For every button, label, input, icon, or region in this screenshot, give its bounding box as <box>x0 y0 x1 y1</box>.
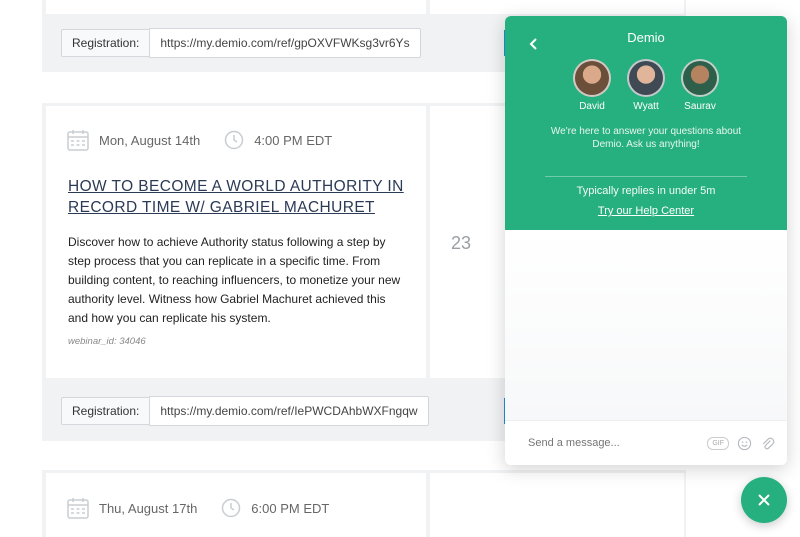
chat-composer: GIF <box>505 420 787 465</box>
avatar <box>681 59 719 97</box>
event-description: Discover how to achieve Authority status… <box>68 235 401 325</box>
registration-row-2: Registration: https://my.demio.com/ref/I… <box>61 396 429 426</box>
agent-name: Wyatt <box>633 101 659 112</box>
chat-title: Demio <box>627 30 665 45</box>
calendar-icon <box>67 498 89 519</box>
help-center-link[interactable]: Try our Help Center <box>505 205 787 217</box>
avatar <box>627 59 665 97</box>
agent-name: David <box>579 101 605 112</box>
event-meta-2: Mon, August 14th 4:00 PM EDT <box>67 129 332 151</box>
avatar <box>573 59 611 97</box>
event-time: 4:00 PM EDT <box>254 132 333 148</box>
calendar-icon <box>67 130 89 151</box>
agent-david: David <box>572 59 612 112</box>
event-date: Thu, August 17th <box>99 500 198 516</box>
event-date: Mon, August 14th <box>99 132 201 148</box>
agent-wyatt: Wyatt <box>626 59 666 112</box>
close-icon <box>758 494 770 506</box>
webinar-id: webinar_id: 34046 <box>68 336 146 347</box>
chat-messages-area <box>505 230 787 420</box>
agent-list: David Wyatt Saurav <box>505 59 787 112</box>
attachment-icon[interactable] <box>760 436 775 451</box>
chat-tagline: We're here to answer your questions abou… <box>550 126 742 150</box>
registration-url-field[interactable]: https://my.demio.com/ref/gpOXVFWKsg3vr6Y… <box>149 28 421 58</box>
registrant-count: 23 <box>451 233 472 253</box>
message-input[interactable] <box>528 437 702 449</box>
event-time: 6:00 PM EDT <box>251 500 330 516</box>
event-meta-3: Thu, August 17th 6:00 PM EDT <box>67 497 329 519</box>
chat-header: Demio David Wyatt Saurav We're here to a… <box>505 16 787 230</box>
close-chat-button[interactable] <box>741 477 787 523</box>
registration-row-1: Registration: https://my.demio.com/ref/g… <box>61 28 421 58</box>
clock-icon <box>222 498 241 518</box>
emoji-icon[interactable] <box>737 436 752 451</box>
reply-time: Typically replies in under 5m <box>576 185 716 197</box>
gif-button[interactable]: GIF <box>707 436 729 450</box>
registration-label: Registration: <box>61 29 150 57</box>
event-title-link[interactable]: HOW TO BECOME A WORLD AUTHORITY IN RECOR… <box>68 176 408 218</box>
divider <box>545 176 747 177</box>
agent-name: Saurav <box>684 101 716 112</box>
registration-url-field[interactable]: https://my.demio.com/ref/IePWCDAhbWXFngq… <box>149 396 429 426</box>
registration-label: Registration: <box>61 397 150 425</box>
chat-widget: Demio David Wyatt Saurav We're here to a… <box>505 16 787 465</box>
agent-saurav: Saurav <box>680 59 720 112</box>
clock-icon <box>224 130 244 150</box>
